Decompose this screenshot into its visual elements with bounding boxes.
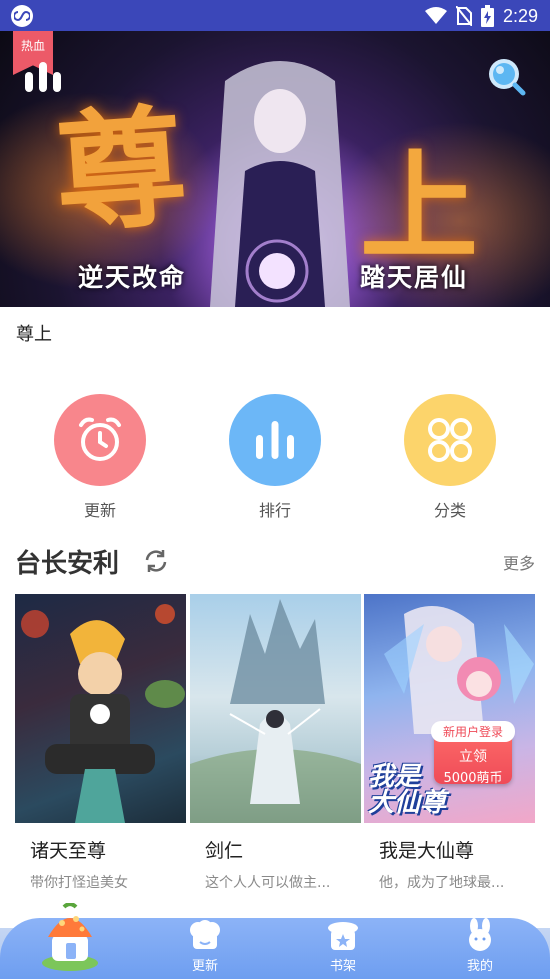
comic-card[interactable]: 我是 大仙尊 立领 5000萌币 新用户登录 我是大仙尊 他，成为了地球最... (364, 594, 535, 892)
comic-description: 他，成为了地球最... (379, 875, 505, 891)
quick-entry-label: 排行 (258, 501, 291, 520)
banner-tagline-left: 逆天改命 (78, 263, 187, 292)
grid-circles-icon (404, 394, 496, 486)
promo-line2: 5000萌币 (443, 771, 503, 786)
chef-hat-icon (190, 920, 220, 949)
banner-calligraphy-left: 尊 (50, 89, 183, 252)
status-bar: 2:29 (0, 0, 550, 31)
nav-label: 书架 (329, 959, 356, 974)
comic-cover (15, 594, 186, 823)
nav-home-mushroom-house-icon[interactable] (38, 903, 102, 971)
section-title: 台长安利 (15, 549, 120, 579)
quick-entry-label: 更新 (83, 501, 116, 520)
bookshelf-cap-icon (328, 922, 358, 950)
status-icons: 2:29 (424, 4, 538, 28)
comic-card[interactable]: 剑仁 这个人人可以做主... (190, 594, 361, 892)
battery-charging-icon (480, 5, 494, 27)
comic-title: 剑仁 (205, 840, 244, 862)
comic-title: 诸天至尊 (30, 840, 107, 862)
quick-entry-label: 分类 (433, 501, 466, 520)
comic-description: 带你打怪追美女 (30, 875, 128, 891)
ranking-icon[interactable] (23, 58, 63, 94)
comic-title: 我是大仙尊 (379, 840, 475, 862)
no-sim-icon (455, 6, 472, 26)
comic-description: 这个人人可以做主... (205, 875, 331, 891)
alarm-clock-icon (54, 394, 146, 486)
search-icon[interactable] (486, 56, 526, 96)
banner-calligraphy-right: 上 (360, 137, 479, 276)
banner-tagline-right: 踏天居仙 (360, 263, 469, 292)
bunny-icon (469, 918, 491, 951)
status-time: 2:29 (502, 5, 538, 26)
comic-cover: 我是 大仙尊 立领 5000萌币 新用户登录 (364, 594, 535, 823)
quick-entry-ranking[interactable]: 排行 (215, 394, 335, 521)
refresh-icon[interactable] (142, 547, 170, 575)
nav-label: 更新 (191, 959, 218, 974)
banner-character-art (210, 61, 350, 307)
comic-cover (190, 594, 361, 823)
featured-banner[interactable]: 尊 上 逆天改命 踏天居仙 热血 (0, 31, 550, 307)
banner-comic-title[interactable]: 尊上 (16, 320, 52, 346)
more-link[interactable]: 更多 (503, 550, 535, 574)
comic-card[interactable]: 诸天至尊 带你打怪追美女 (15, 594, 186, 892)
quick-entry-category[interactable]: 分类 (390, 394, 510, 521)
wifi-icon (424, 7, 447, 24)
quick-entry-update[interactable]: 更新 (40, 394, 160, 521)
nav-label: 我的 (466, 959, 493, 974)
promo-line1: 立领 (459, 749, 487, 765)
promo-header: 新用户登录 (431, 721, 515, 742)
bar-chart-icon (229, 394, 321, 486)
app-notification-icon (11, 5, 33, 27)
